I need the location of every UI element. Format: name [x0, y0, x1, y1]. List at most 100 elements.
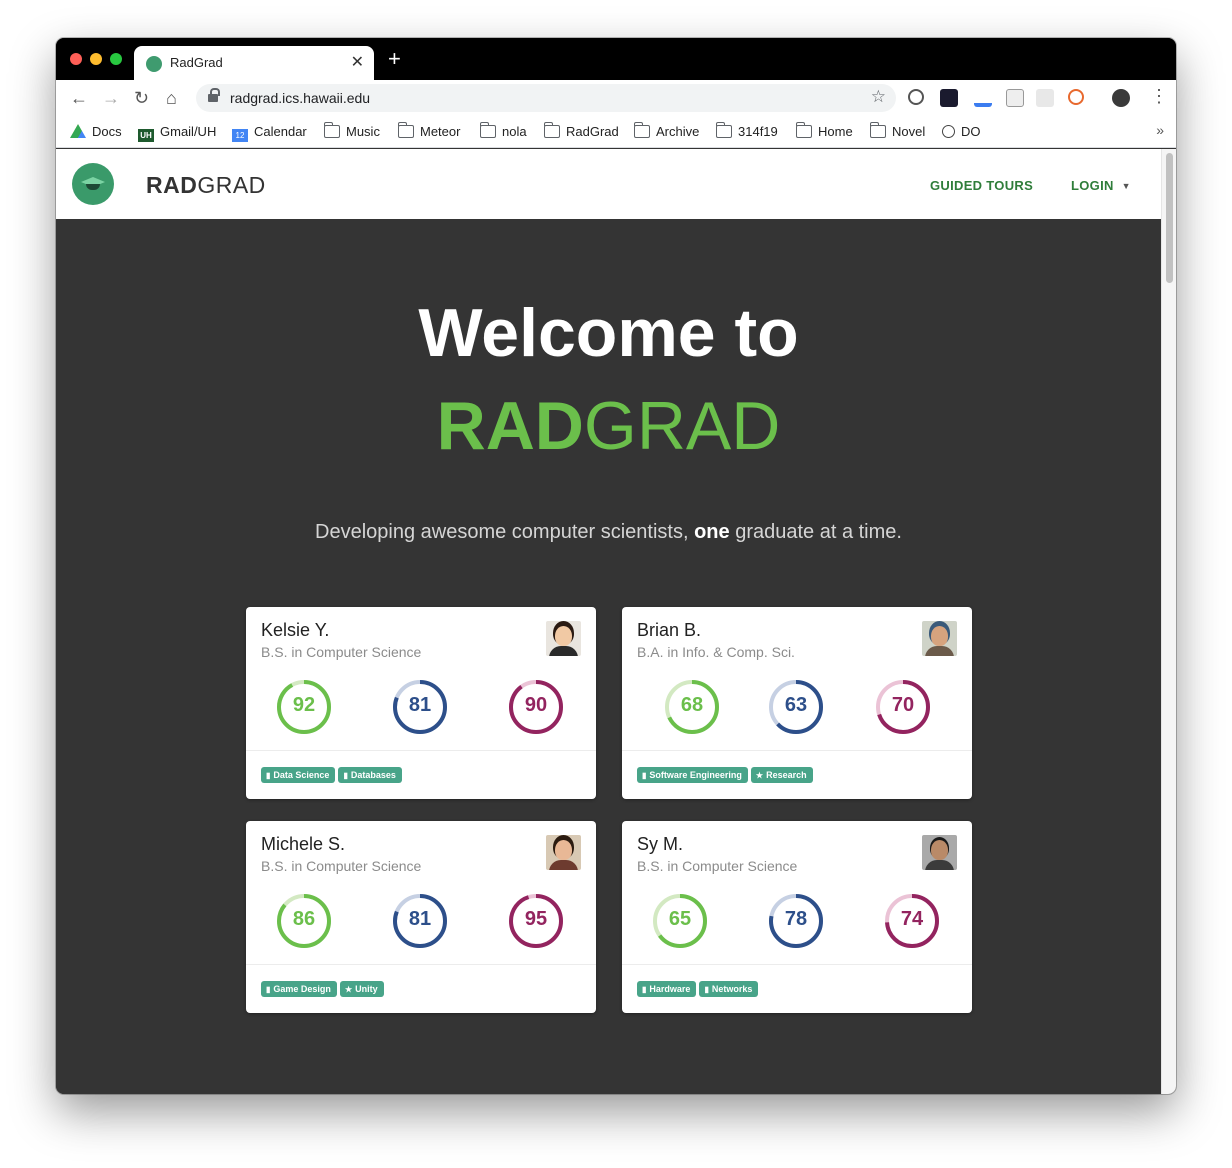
extension-page-icon[interactable] — [1006, 89, 1024, 107]
avatar — [922, 621, 957, 656]
interest-tags: ▮ Data Science ▮ Databases — [261, 765, 405, 783]
extension-eyedropper-icon[interactable] — [974, 89, 992, 107]
student-card[interactable]: Sy M. B.S. in Computer Science 65 78 74 … — [622, 821, 972, 1013]
bookmark-star-icon[interactable]: ☆ — [871, 87, 886, 107]
bookmark-314f19[interactable]: 314f19 — [715, 122, 778, 139]
card-divider — [246, 964, 596, 965]
extension-b-icon[interactable] — [1068, 89, 1084, 105]
page-scrollbar[interactable] — [1161, 149, 1176, 1094]
new-tab-button[interactable]: + — [388, 47, 401, 71]
calendar-icon: 12 — [232, 129, 248, 142]
student-name: Michele S. — [261, 834, 346, 854]
folder-icon — [397, 122, 414, 138]
home-button[interactable]: ⌂ — [166, 86, 177, 110]
interest-tag[interactable]: ▮ Databases — [338, 767, 402, 783]
back-button[interactable]: ← — [70, 86, 88, 110]
bookmark-calendar[interactable]: 12 Calendar — [232, 124, 307, 142]
tab-close-icon[interactable]: ✕ — [351, 52, 364, 72]
bookmark-do[interactable]: DO — [942, 124, 981, 139]
hero-brand: RADGRAD — [436, 388, 781, 464]
interest-tag[interactable]: ▮ Software Engineering — [637, 767, 748, 783]
minimize-window-button[interactable] — [90, 53, 102, 65]
tab-title: RadGrad — [170, 55, 223, 70]
url-text[interactable]: radgrad.ics.hawaii.edu — [230, 90, 370, 106]
bookmark-docs[interactable]: Docs — [70, 124, 122, 139]
browser-tab[interactable]: RadGrad ✕ — [134, 46, 374, 80]
page-content: RADGRAD GUIDED TOURS LOGIN ▼ Welcome to R… — [56, 149, 1161, 1094]
radgrad-logo-icon[interactable] — [72, 163, 114, 205]
student-degree: B.S. in Computer Science — [637, 858, 798, 874]
extension-info-icon[interactable] — [908, 89, 924, 105]
forward-button[interactable]: → — [102, 86, 120, 110]
folder-icon — [715, 122, 732, 138]
scrollbar-thumb[interactable] — [1166, 153, 1173, 283]
close-window-button[interactable] — [70, 53, 82, 65]
interest-tags: ▮ Game Design ★ Unity — [261, 979, 387, 997]
tab-strip: RadGrad ✕ + — [56, 38, 1176, 80]
extension-compass-icon[interactable] — [940, 89, 958, 107]
student-degree: B.S. in Computer Science — [261, 858, 422, 874]
lock-icon — [208, 88, 220, 103]
address-bar[interactable]: radgrad.ics.hawaii.edu ☆ — [196, 84, 896, 112]
caret-down-icon: ▼ — [1121, 181, 1131, 191]
bookmark-home[interactable]: Home — [795, 122, 853, 139]
briefcase-icon: ▮ — [266, 985, 271, 994]
interest-tag[interactable]: ▮ Networks — [699, 981, 759, 997]
radgrad-favicon-icon — [146, 56, 162, 72]
folder-icon — [479, 122, 496, 138]
student-name: Sy M. — [637, 834, 684, 854]
browser-window: RadGrad ✕ + ← → ↻ ⌂ radgrad.ics.hawaii.e… — [56, 38, 1176, 1094]
briefcase-icon: ▮ — [704, 985, 709, 994]
student-name: Brian B. — [637, 620, 702, 640]
student-degree: B.S. in Computer Science — [261, 644, 422, 660]
interest-tags: ▮ Hardware ▮ Networks — [637, 979, 761, 997]
student-card[interactable]: Kelsie Y. B.S. in Computer Science 92 81… — [246, 607, 596, 799]
score-ring-blue: 81 — [392, 893, 448, 949]
folder-icon — [323, 122, 340, 138]
bookmark-meteor[interactable]: Meteor — [397, 122, 460, 139]
bookmark-novel[interactable]: Novel — [869, 122, 925, 139]
hero-title: Welcome to — [418, 295, 799, 371]
bookmark-radgrad[interactable]: RadGrad — [543, 122, 619, 139]
star-icon: ★ — [344, 985, 353, 994]
student-name: Kelsie Y. — [261, 620, 330, 640]
folder-icon — [543, 122, 560, 138]
bookmark-gmail-uh[interactable]: UH Gmail/UH — [138, 124, 216, 142]
briefcase-icon: ▮ — [343, 771, 348, 780]
interest-tag[interactable]: ▮ Game Design — [261, 981, 337, 997]
score-ring-green: 86 — [276, 893, 332, 949]
interest-tag[interactable]: ▮ Hardware — [637, 981, 697, 997]
briefcase-icon: ▮ — [642, 985, 647, 994]
maximize-window-button[interactable] — [110, 53, 122, 65]
avatar — [546, 621, 581, 656]
guided-tours-link[interactable]: GUIDED TOURS — [930, 178, 1033, 193]
browser-toolbar: ← → ↻ ⌂ radgrad.ics.hawaii.edu ☆ ⋮ — [56, 80, 1176, 116]
score-ring-magenta: 90 — [508, 679, 564, 735]
bookmark-archive[interactable]: Archive — [633, 122, 699, 139]
score-ring-green: 65 — [652, 893, 708, 949]
avatar — [922, 835, 957, 870]
interest-tag[interactable]: ★ Unity — [339, 981, 384, 997]
score-ring-blue: 78 — [768, 893, 824, 949]
folder-icon — [869, 122, 886, 138]
bookmark-music[interactable]: Music — [323, 122, 380, 139]
student-degree: B.A. in Info. & Comp. Sci. — [637, 644, 795, 660]
card-divider — [622, 750, 972, 751]
bookmarks-overflow-icon[interactable]: » — [1156, 122, 1164, 138]
score-ring-magenta: 70 — [875, 679, 931, 735]
site-brand[interactable]: RADGRAD — [146, 172, 266, 199]
drive-icon — [70, 124, 86, 138]
student-card[interactable]: Brian B. B.A. in Info. & Comp. Sci. 68 6… — [622, 607, 972, 799]
profile-avatar[interactable] — [1112, 89, 1130, 107]
avatar — [546, 835, 581, 870]
bookmarks-bar: Docs UH Gmail/UH 12 Calendar Music Meteor … — [56, 116, 1176, 148]
interest-tag[interactable]: ▮ Data Science — [261, 767, 336, 783]
hero-subtitle: Developing awesome computer scientists, … — [315, 521, 902, 543]
extension-grid-icon[interactable] — [1036, 89, 1054, 107]
bookmark-nola[interactable]: nola — [479, 122, 527, 139]
reload-button[interactable]: ↻ — [134, 86, 149, 110]
login-dropdown[interactable]: LOGIN ▼ — [1071, 178, 1131, 193]
interest-tag[interactable]: ★ Research — [750, 767, 813, 783]
student-card[interactable]: Michele S. B.S. in Computer Science 86 8… — [246, 821, 596, 1013]
browser-menu-icon[interactable]: ⋮ — [1150, 86, 1168, 107]
